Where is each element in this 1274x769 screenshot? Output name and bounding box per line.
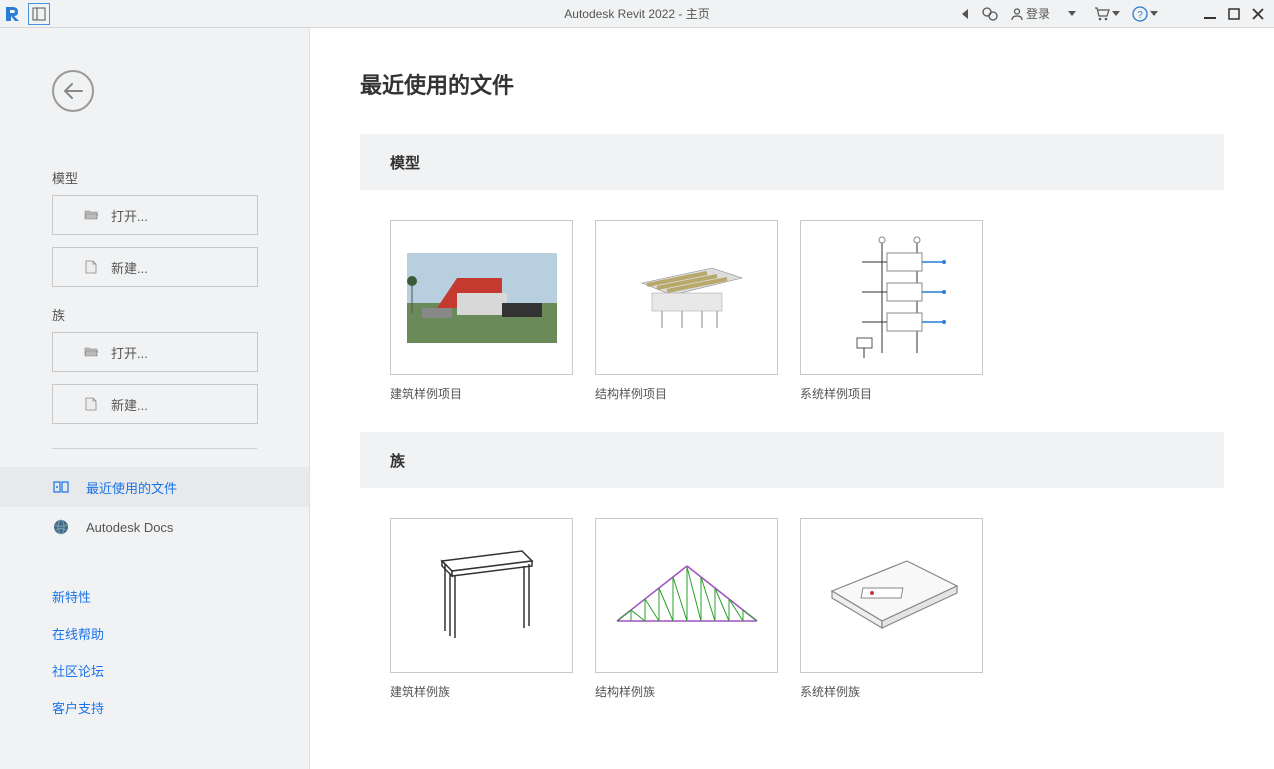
link-support[interactable]: 客户支持 (52, 698, 309, 717)
sidebar-divider (52, 448, 257, 449)
nav-autodesk-docs[interactable]: Autodesk Docs (0, 507, 309, 547)
help-icon[interactable]: ? (1128, 4, 1162, 24)
link-onlinehelp[interactable]: 在线帮助 (52, 624, 309, 643)
minimize-button[interactable] (1200, 4, 1220, 24)
model-card-arch[interactable] (390, 220, 573, 375)
family-new-label: 新建... (111, 395, 148, 414)
nav-recent-label: 最近使用的文件 (86, 478, 177, 497)
family-open-button[interactable]: 打开... (52, 332, 258, 372)
nav-recent-files[interactable]: 最近使用的文件 (0, 467, 309, 507)
sidebar-model-label: 模型 (52, 168, 257, 187)
document-new-icon (83, 396, 99, 412)
sidebar: 模型 打开... 新建... 族 打开... 新建... 最近使用的文件 (0, 28, 310, 769)
close-button[interactable] (1248, 4, 1268, 24)
folder-open-icon (83, 207, 99, 223)
family-card-system[interactable] (800, 518, 983, 673)
search-icon[interactable] (978, 4, 1002, 24)
model-new-button[interactable]: 新建... (52, 247, 258, 287)
family-new-button[interactable]: 新建... (52, 384, 258, 424)
document-new-icon (83, 259, 99, 275)
sidebar-family-label: 族 (52, 305, 257, 324)
globe-icon (52, 518, 70, 536)
model-card-system[interactable] (800, 220, 983, 375)
model-card-struct[interactable] (595, 220, 778, 375)
app-icon[interactable] (0, 1, 26, 27)
recent-icon (52, 478, 70, 496)
family-card-struct[interactable] (595, 518, 778, 673)
login-button[interactable]: 登录 (1006, 3, 1054, 24)
model-new-label: 新建... (111, 258, 148, 277)
model-open-label: 打开... (111, 206, 148, 225)
svg-text:?: ? (1137, 10, 1143, 21)
family-card-arch-label: 建筑样例族 (390, 683, 573, 700)
cart-icon[interactable] (1090, 4, 1124, 24)
back-button[interactable] (52, 70, 94, 112)
family-open-label: 打开... (111, 343, 148, 362)
model-card-system-label: 系统样例项目 (800, 385, 983, 402)
model-card-struct-label: 结构样例项目 (595, 385, 778, 402)
maximize-button[interactable] (1224, 4, 1244, 24)
home-toolbar-button[interactable] (28, 3, 50, 25)
family-card-system-label: 系统样例族 (800, 683, 983, 700)
main-content: 最近使用的文件 模型 建筑样例项目 (310, 28, 1274, 769)
model-card-arch-label: 建筑样例项目 (390, 385, 573, 402)
model-open-button[interactable]: 打开... (52, 195, 258, 235)
folder-open-icon (83, 344, 99, 360)
dropdown-icon[interactable] (1058, 9, 1086, 19)
family-card-struct-label: 结构样例族 (595, 683, 778, 700)
nav-docs-label: Autodesk Docs (86, 520, 173, 535)
section-header-family: 族 (360, 432, 1224, 488)
login-label: 登录 (1026, 5, 1050, 22)
section-header-model: 模型 (360, 134, 1224, 190)
page-title: 最近使用的文件 (360, 68, 1224, 100)
title-bar: Autodesk Revit 2022 - 主页 登录 ? (0, 0, 1274, 28)
nav-left-icon[interactable] (958, 7, 974, 21)
link-forum[interactable]: 社区论坛 (52, 661, 309, 680)
family-card-arch[interactable] (390, 518, 573, 673)
window-title: Autodesk Revit 2022 - 主页 (564, 5, 709, 22)
link-whatsnew[interactable]: 新特性 (52, 587, 309, 606)
